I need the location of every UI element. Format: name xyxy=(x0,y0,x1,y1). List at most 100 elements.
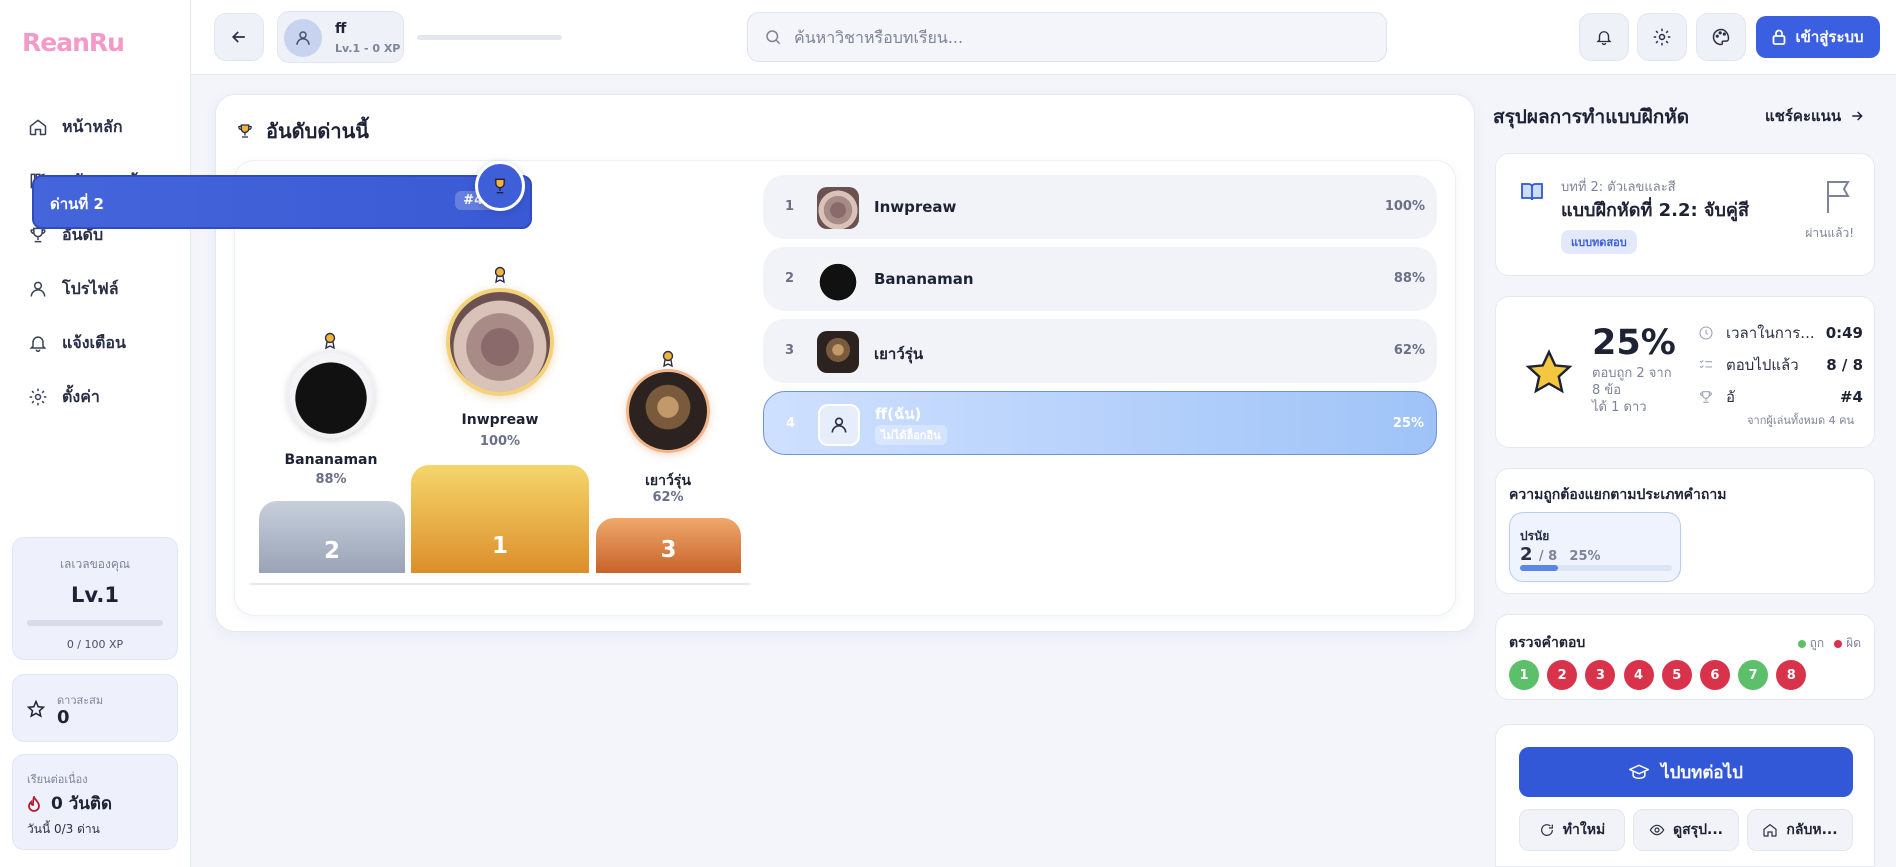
answer-circle[interactable]: 8 xyxy=(1776,660,1807,690)
podium-block-2: 2 xyxy=(259,501,405,573)
lesson-card: บทที่ 2: ตัวเลขและสี แบบฝึกหัดที่ 2.2: จ… xyxy=(1495,153,1875,276)
rank-note: จากผู้เล่นทั้งหมด 4 คน xyxy=(1747,414,1854,427)
answer-circles: 1 2 3 4 5 6 7 8 xyxy=(1509,660,1815,690)
level-card-title: เลเวลของคุณ xyxy=(59,557,131,571)
eye-icon xyxy=(1649,824,1665,836)
summary-title: สรุปผลการทำแบบฝึกหัด xyxy=(1493,106,1690,128)
podium-pct-2: 88% xyxy=(315,472,347,487)
category-score: 2 / 8 25% xyxy=(1520,544,1601,565)
stage-banner: ด่านที่ 2 #4 / 4 xyxy=(32,175,532,229)
user-chip[interactable]: ff Lv.1 - 0 XP xyxy=(277,11,404,63)
next-lesson-button[interactable]: ไปบทต่อไป xyxy=(1519,747,1853,797)
bell-icon xyxy=(29,336,47,353)
ranking-row[interactable]: 1 Inwpreaw 100% xyxy=(763,175,1437,239)
sidebar-item-notifications[interactable]: แจ้งเตือน xyxy=(0,316,191,370)
podium-avatar-3 xyxy=(626,369,710,453)
sidebar-item-profile[interactable]: โปรไฟล์ xyxy=(0,262,191,316)
search-icon xyxy=(766,30,781,45)
graduation-cap-icon xyxy=(1629,764,1650,780)
retry-button[interactable]: ทำใหม่ xyxy=(1519,809,1625,851)
avatar xyxy=(284,19,322,57)
ranking-row-current-user[interactable]: 4 ff(ฉัน) ไม่ได้ล็อกอิน 25% xyxy=(763,391,1437,455)
trophy-icon xyxy=(238,124,252,138)
podium-name-2: Bananaman xyxy=(284,452,378,468)
sidebar: ReanRu หน้าหลัก คลังความรู้ อันดับ โปรไฟ… xyxy=(0,0,191,867)
wrong-dot xyxy=(1834,639,1843,648)
not-logged-in-badge: ไม่ได้ล็อกอิน xyxy=(875,425,947,445)
podium-name-1: Inwpreaw xyxy=(461,412,539,428)
score-card: 25% ตอบถูก 2 จาก 8 ข้อ ได้ 1 ดาว เวลาในก… xyxy=(1495,296,1875,448)
answer-circle[interactable]: 2 xyxy=(1547,660,1578,690)
arrow-left-icon xyxy=(231,31,245,43)
gear-icon xyxy=(29,388,47,406)
home-button[interactable]: กลับห... xyxy=(1747,809,1853,851)
score-detail: ตอบถูก 2 จาก 8 ข้อ ได้ 1 ดาว xyxy=(1592,366,1672,415)
answer-circle[interactable]: 1 xyxy=(1509,660,1539,690)
search-input[interactable] xyxy=(794,27,1354,47)
podium-base xyxy=(250,573,750,585)
palette-icon xyxy=(1712,28,1730,46)
answers-card: ตรวจคำตอบ ถูก ผิด 1 2 3 4 5 6 7 8 xyxy=(1495,614,1875,700)
settings-button[interactable] xyxy=(1637,13,1687,61)
correct-dot xyxy=(1797,639,1806,648)
answer-circle[interactable]: 4 xyxy=(1623,660,1654,690)
answers-legend: ถูก ผิด xyxy=(1788,634,1861,653)
sidebar-nav: หน้าหลัก คลังความรู้ อันดับ โปรไฟล์ แจ้ง… xyxy=(0,100,191,424)
user-name: ff xyxy=(335,21,347,37)
refresh-icon xyxy=(1540,824,1553,836)
level-value: Lv.1 xyxy=(71,583,119,607)
row-avatar xyxy=(817,259,859,301)
row-avatar xyxy=(817,187,859,229)
level-progress-bar xyxy=(27,620,163,626)
app-logo[interactable]: ReanRu xyxy=(22,28,125,57)
streak-value: 0 วันติด xyxy=(27,790,112,817)
podium-block-3: 3 xyxy=(596,518,741,573)
row-avatar xyxy=(817,331,859,373)
answer-circle[interactable]: 7 xyxy=(1738,660,1769,690)
login-button[interactable]: เข้าสู่ระบบ xyxy=(1756,16,1880,58)
star-icon xyxy=(1525,349,1573,394)
share-score-button[interactable]: แชร์คะแนน xyxy=(1765,104,1865,128)
answer-circle[interactable]: 6 xyxy=(1699,660,1730,690)
medal-icon xyxy=(494,266,506,284)
row-pct: 88% xyxy=(1393,271,1425,286)
row-avatar xyxy=(818,404,860,446)
level-card: เลเวลของคุณ Lv.1 0 / 100 XP xyxy=(12,537,178,660)
podium-pct-3: 62% xyxy=(652,490,684,505)
home-icon xyxy=(29,119,47,136)
lock-icon xyxy=(1773,29,1786,45)
row-name: Inwpreaw xyxy=(874,198,957,216)
view-summary-button[interactable]: ดูสรุป... xyxy=(1633,809,1739,851)
ranking-row[interactable]: 2 Bananaman 88% xyxy=(763,247,1437,311)
row-name: ff(ฉัน) xyxy=(875,405,922,423)
lesson-title: แบบฝึกหัดที่ 2.2: จับคู่สี xyxy=(1561,200,1749,221)
user-icon xyxy=(831,417,847,433)
answer-circle[interactable]: 5 xyxy=(1661,660,1692,690)
theme-button[interactable] xyxy=(1696,13,1746,61)
podium-block-1: 1 xyxy=(411,465,589,573)
arrow-right-icon xyxy=(1852,111,1863,121)
search-box xyxy=(747,12,1387,62)
answer-circle[interactable]: 3 xyxy=(1585,660,1616,690)
home-icon xyxy=(1763,823,1778,837)
score-percent: 25% xyxy=(1592,323,1676,363)
accuracy-title: ความถูกต้องแยกตามประเภทคำถาม xyxy=(1509,487,1727,503)
trophy-icon xyxy=(495,178,505,194)
podium-avatar-1 xyxy=(446,288,554,396)
gear-icon xyxy=(1653,28,1671,46)
time-stat: เวลาในการ... 0:49 xyxy=(1698,321,1863,345)
notifications-button[interactable] xyxy=(1579,13,1629,61)
top-bar: ff Lv.1 - 0 XP เข้าสู่ระบบ xyxy=(191,0,1896,75)
sidebar-item-settings[interactable]: ตั้งค่า xyxy=(0,370,191,424)
medal-icon xyxy=(324,332,336,350)
lesson-type-chip: แบบทดสอบ xyxy=(1561,230,1637,254)
ranking-row[interactable]: 3 เยาว์รุ่น 62% xyxy=(763,319,1437,383)
flag-icon xyxy=(1827,181,1850,213)
sidebar-item-label: ตั้งค่า xyxy=(62,386,100,406)
user-level: Lv.1 - 0 XP xyxy=(335,42,401,55)
accuracy-card: ความถูกต้องแยกตามประเภทคำถาม ปรนัย 2 / 8… xyxy=(1495,468,1875,594)
user-icon xyxy=(296,31,310,45)
leaderboard-title: อันดับด่านนี้ xyxy=(236,115,369,147)
sidebar-item-home[interactable]: หน้าหลัก xyxy=(0,100,191,154)
back-button[interactable] xyxy=(214,13,264,61)
